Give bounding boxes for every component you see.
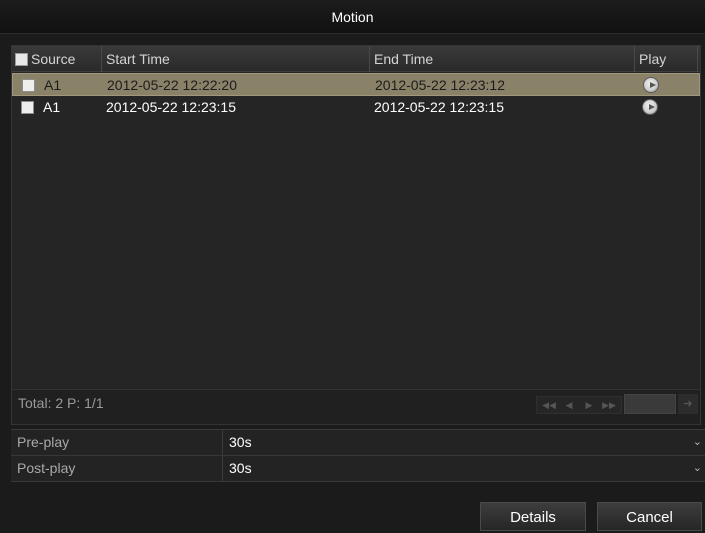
row-checkbox[interactable] <box>22 79 35 92</box>
first-page-icon[interactable]: ◀◀ <box>539 397 559 413</box>
column-play: Play <box>635 46 698 72</box>
motion-event-list: Source Start Time End Time Play A1 2012-… <box>11 45 701 425</box>
row-source: A1 <box>43 99 61 115</box>
column-source[interactable]: Source <box>12 46 102 72</box>
pager: ◀◀ ◀ ▶ ▶▶ <box>536 396 622 414</box>
chevron-down-icon[interactable]: ⌄ <box>693 430 702 455</box>
table-header: Source Start Time End Time Play <box>12 46 700 72</box>
go-icon[interactable]: ➜ <box>678 394 698 414</box>
table-body: A1 2012-05-22 12:22:20 2012-05-22 12:23:… <box>12 73 700 119</box>
last-page-icon[interactable]: ▶▶ <box>599 397 619 413</box>
row-start-time: 2012-05-22 12:23:15 <box>106 99 236 115</box>
details-button[interactable]: Details <box>480 502 586 531</box>
playback-settings: Pre-play 30s ⌄ Post-play 30s ⌄ <box>11 429 705 482</box>
row-start-time: 2012-05-22 12:22:20 <box>107 77 237 93</box>
column-end-time[interactable]: End Time <box>370 46 635 72</box>
table-row[interactable]: A1 2012-05-22 12:23:15 2012-05-22 12:23:… <box>12 96 700 119</box>
chevron-down-icon[interactable]: ⌄ <box>693 456 702 481</box>
total-count: Total: 2 P: 1/1 <box>18 395 104 411</box>
next-page-icon[interactable]: ▶ <box>579 397 599 413</box>
row-source: A1 <box>44 77 62 93</box>
select-all-checkbox[interactable] <box>15 53 28 66</box>
column-source-label: Source <box>31 51 76 67</box>
row-checkbox[interactable] <box>21 101 34 114</box>
pre-play-row[interactable]: Pre-play 30s ⌄ <box>11 430 705 456</box>
pre-play-label: Pre-play <box>17 434 70 450</box>
page-number-input[interactable] <box>624 394 676 414</box>
post-play-select[interactable]: 30s <box>229 456 252 481</box>
divider <box>222 456 223 482</box>
prev-page-icon[interactable]: ◀ <box>559 397 579 413</box>
pre-play-select[interactable]: 30s <box>229 430 252 455</box>
list-footer: Total: 2 P: 1/1 ◀◀ ◀ ▶ ▶▶ ➜ <box>12 389 700 424</box>
table-row[interactable]: A1 2012-05-22 12:22:20 2012-05-22 12:23:… <box>12 73 700 96</box>
play-circle-icon[interactable] <box>643 77 659 93</box>
column-start-time[interactable]: Start Time <box>102 46 370 72</box>
row-end-time: 2012-05-22 12:23:15 <box>374 99 504 115</box>
cancel-button[interactable]: Cancel <box>597 502 702 531</box>
play-circle-icon[interactable] <box>642 99 658 115</box>
row-end-time: 2012-05-22 12:23:12 <box>375 77 505 93</box>
post-play-label: Post-play <box>17 460 76 476</box>
dialog-title: Motion <box>0 0 705 34</box>
post-play-row[interactable]: Post-play 30s ⌄ <box>11 456 705 482</box>
divider <box>222 430 223 456</box>
